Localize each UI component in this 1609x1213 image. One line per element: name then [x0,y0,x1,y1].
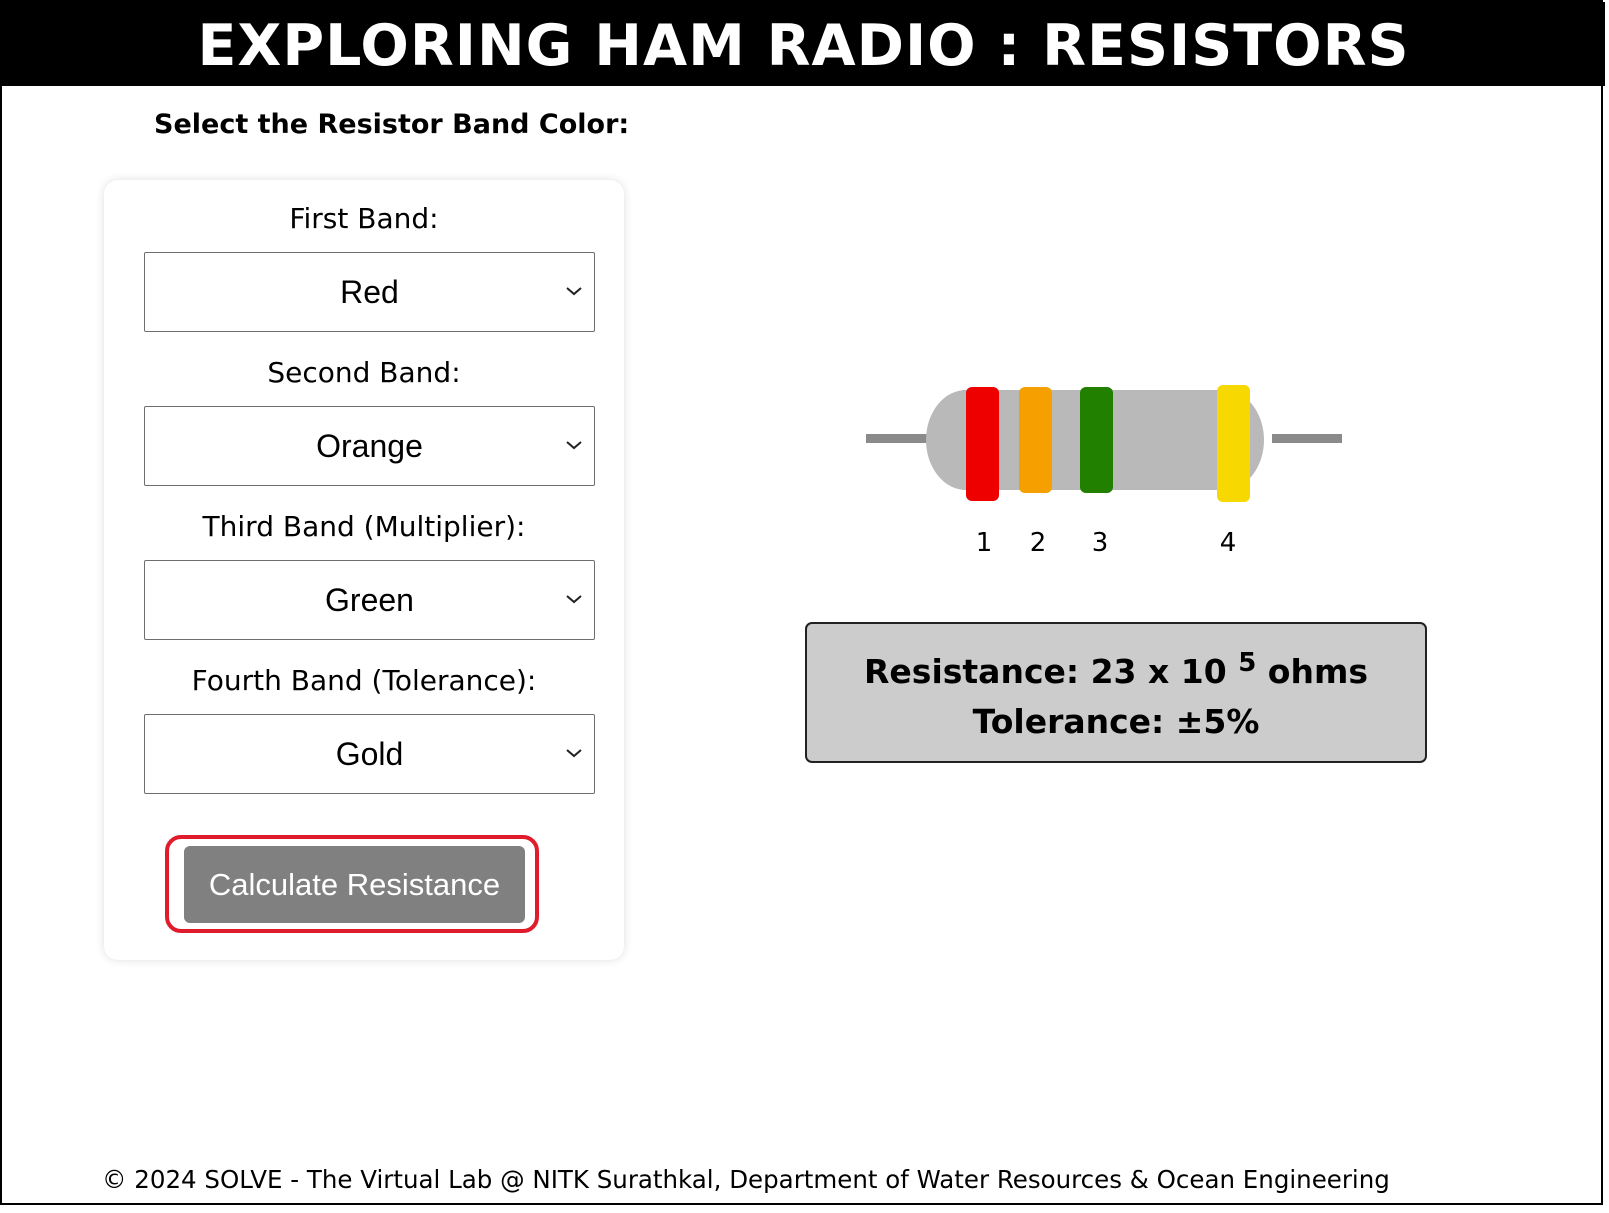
band-number-3: 3 [1092,528,1109,558]
resistor-lead-right [1272,434,1342,443]
band-3-stripe [1080,387,1113,493]
band-selector-heading: Select the Resistor Band Color: [154,109,630,140]
first-band-select[interactable]: Red [144,252,595,332]
result-box: Resistance: 23 x 10 5 ohms Tolerance: ±5… [805,622,1427,763]
resistance-prefix: Resistance: 23 x 10 [864,652,1227,691]
page-frame: EXPLORING HAM RADIO : RESISTORS Select t… [0,0,1605,1205]
chevron-down-icon [566,441,582,450]
fourth-band-value: Gold [335,736,404,772]
resistance-unit: ohms [1267,652,1368,691]
tolerance-result: Tolerance: ±5% [972,702,1260,741]
fourth-band-select[interactable]: Gold [144,714,595,794]
second-band-value: Orange [316,428,423,464]
band-number-2: 2 [1030,528,1047,558]
first-band-label: First Band: [289,202,439,235]
third-band-select[interactable]: Green [144,560,595,640]
band-number-4: 4 [1220,528,1237,558]
band-number-1: 1 [976,528,993,558]
chevron-down-icon [566,595,582,604]
second-band-select[interactable]: Orange [144,406,595,486]
footer-copyright: © 2024 SOLVE - The Virtual Lab @ NITK Su… [102,1165,1390,1194]
resistor-diagram: 1 2 3 4 [866,385,1342,558]
second-band-label: Second Band: [267,356,461,389]
band-2-stripe [1019,387,1052,493]
resistance-result: Resistance: 23 x 10 5 ohms [807,650,1425,691]
band-1-stripe [966,387,999,501]
fourth-band-label: Fourth Band (Tolerance): [191,664,537,697]
chevron-down-icon [566,287,582,296]
page-title: EXPLORING HAM RADIO : RESISTORS [2,2,1605,86]
first-band-value: Red [340,274,399,310]
third-band-label: Third Band (Multiplier): [202,510,526,543]
chevron-down-icon [566,749,582,758]
band-4-stripe [1217,385,1250,502]
resistance-exponent: 5 [1238,648,1257,678]
calculate-resistance-button[interactable]: Calculate Resistance [184,846,525,923]
third-band-value: Green [325,582,414,618]
